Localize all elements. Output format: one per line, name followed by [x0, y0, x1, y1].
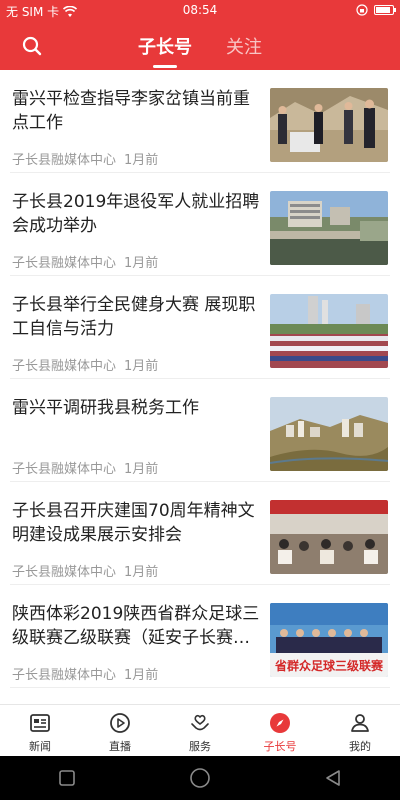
app-header: 子长号 关注 — [0, 22, 400, 70]
news-list: 雷兴平检查指导李家岔镇当前重点工作 子长县融媒体中心 1月前 子长县2019年退役… — [0, 70, 400, 704]
news-title: 雷兴平检查指导李家岔镇当前重点工作 — [12, 89, 250, 133]
news-time: 1月前 — [124, 462, 159, 477]
bottom-nav: 新闻 直播 服务 子长号 我的 — [0, 704, 400, 756]
news-thumbnail — [270, 500, 388, 574]
nav-zichanghao[interactable]: 子长号 — [240, 705, 320, 756]
nav-live[interactable]: 直播 — [80, 705, 160, 756]
square-icon — [58, 770, 75, 786]
news-item[interactable]: 雷兴平调研我县税务工作 子长县融媒体中心 1月前 — [10, 379, 390, 482]
news-thumbnail — [270, 191, 388, 265]
news-meta: 子长县融媒体中心 1月前 — [12, 252, 158, 271]
header-tabs: 子长号 关注 — [0, 22, 400, 70]
news-time: 1月前 — [124, 256, 159, 271]
heart-hand-icon — [191, 714, 209, 731]
circle-icon — [190, 768, 210, 788]
news-time: 1月前 — [124, 565, 159, 580]
nav-news[interactable]: 新闻 — [0, 705, 80, 756]
news-thumbnail — [270, 88, 388, 162]
news-item[interactable]: 子长县举行全民健身大赛 展现职工自信与活力 子长县融媒体中心 1月前 — [10, 276, 390, 379]
news-time: 1月前 — [124, 668, 159, 683]
news-source: 子长县融媒体中心 — [12, 359, 117, 374]
news-title: 子长县召开庆建国70周年精神文明建设成果展示安排会 — [12, 501, 255, 545]
status-right — [356, 4, 396, 16]
rotation-lock-icon — [356, 4, 368, 16]
news-source: 子长县融媒体中心 — [12, 462, 117, 477]
news-source: 子长县融媒体中心 — [12, 256, 117, 271]
news-meta: 子长县融媒体中心 1月前 — [12, 561, 158, 580]
news-title: 陕西体彩2019陕西省群众足球三级联赛乙级联赛（延安子长赛… — [12, 604, 260, 648]
news-item[interactable]: 子长县2019年退役军人就业招聘会成功举办 子长县融媒体中心 1月前 — [10, 173, 390, 276]
recents-button[interactable] — [47, 758, 87, 798]
news-meta: 子长县融媒体中心 1月前 — [12, 458, 158, 477]
play-icon — [110, 713, 130, 733]
news-source: 子长县融媒体中心 — [12, 153, 117, 168]
news-item[interactable]: 子长县召开庆建国70周年精神文明建设成果展示安排会 子长县融媒体中心 1月前 — [10, 482, 390, 585]
battery-icon — [374, 5, 396, 15]
triangle-back-icon — [326, 770, 341, 786]
status-bar: 无 SIM 卡 08:54 — [0, 0, 400, 22]
status-time: 08:54 — [182, 3, 218, 17]
nav-label: 服务 — [189, 740, 211, 753]
news-meta: 子长县融媒体中心 1月前 — [12, 149, 158, 168]
news-time: 1月前 — [124, 359, 159, 374]
nav-label: 新闻 — [29, 740, 51, 753]
news-title: 子长县举行全民健身大赛 展现职工自信与活力 — [12, 295, 256, 339]
system-nav-bar — [0, 756, 400, 800]
news-thumb-caption: 省群众足球三级联赛 — [274, 658, 384, 673]
home-button[interactable] — [180, 758, 220, 798]
news-meta: 子长县融媒体中心 1月前 — [12, 664, 158, 683]
newspaper-icon — [30, 714, 50, 732]
nav-label: 直播 — [109, 740, 131, 753]
news-time: 1月前 — [124, 153, 159, 168]
back-button[interactable] — [313, 758, 353, 798]
nav-mine[interactable]: 我的 — [320, 705, 400, 756]
user-icon — [351, 714, 369, 732]
news-title: 子长县2019年退役军人就业招聘会成功举办 — [12, 192, 260, 236]
news-title: 雷兴平调研我县税务工作 — [12, 398, 199, 418]
news-source: 子长县融媒体中心 — [12, 668, 117, 683]
nav-label: 子长号 — [263, 740, 297, 753]
tab-zichanghao[interactable]: 子长号 — [138, 33, 192, 68]
news-source: 子长县融媒体中心 — [12, 565, 117, 580]
news-thumbnail — [270, 397, 388, 471]
nav-service[interactable]: 服务 — [160, 705, 240, 756]
news-thumbnail — [270, 294, 388, 368]
nav-label: 我的 — [349, 740, 371, 753]
news-item[interactable]: 陕西体彩2019陕西省群众足球三级联赛乙级联赛（延安子长赛… 子长县融媒体中心 1… — [10, 585, 390, 688]
news-item[interactable]: 雷兴平检查指导李家岔镇当前重点工作 子长县融媒体中心 1月前 — [10, 70, 390, 173]
news-meta: 子长县融媒体中心 1月前 — [12, 355, 158, 374]
news-thumbnail: 省群众足球三级联赛 — [270, 603, 388, 677]
tab-follow[interactable]: 关注 — [226, 33, 262, 59]
compass-icon — [270, 713, 290, 733]
